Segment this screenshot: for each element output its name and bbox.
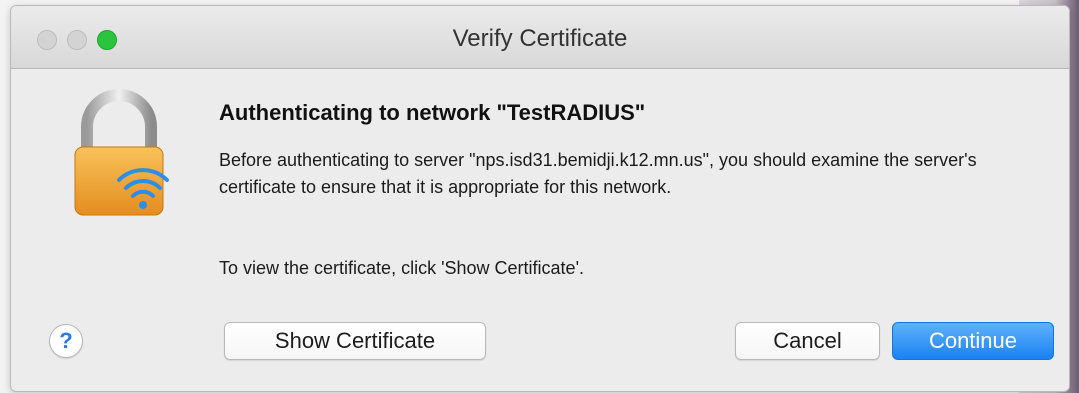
cancel-label: Cancel xyxy=(773,328,842,353)
dialog-instruction: To view the certificate, click 'Show Cer… xyxy=(219,258,585,278)
show-certificate-button[interactable]: Show Certificate xyxy=(224,322,486,360)
window-title: Verify Certificate xyxy=(452,25,628,52)
help-button[interactable]: ? xyxy=(49,324,83,358)
show-certificate-label: Show Certificate xyxy=(274,328,436,353)
continue-button[interactable]: Continue xyxy=(892,322,1054,360)
dialog-heading: Authenticating to network "TestRADIUS" xyxy=(219,100,646,125)
verify-certificate-dialog: Verify Certificate Authenticating to net… xyxy=(10,5,1070,392)
wifi-lock-icon xyxy=(74,89,169,216)
continue-label: Continue xyxy=(928,328,1018,353)
help-icon: ? xyxy=(59,328,73,353)
cancel-button[interactable]: Cancel xyxy=(735,322,880,360)
title-bar: Verify Certificate xyxy=(11,6,1069,69)
dialog-message: Before authenticating to server "nps.isd… xyxy=(219,150,977,197)
